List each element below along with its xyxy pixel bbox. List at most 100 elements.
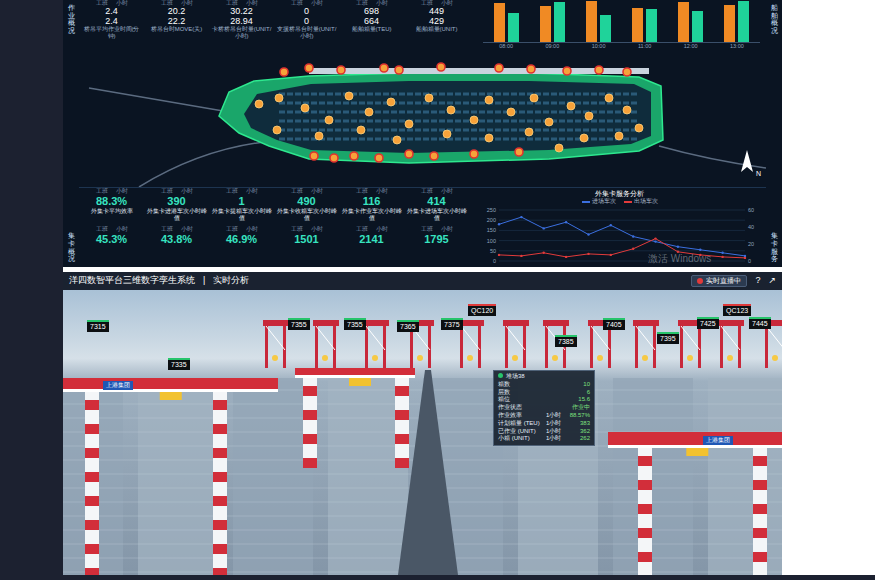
stat-value: 449 — [429, 7, 444, 16]
stat-label: 外集卡收箱车次小时峰值 — [274, 208, 339, 222]
marker — [372, 355, 378, 361]
stat-tag: 工班 — [291, 226, 303, 233]
header-actions: 实时直播中? ↗ — [691, 274, 776, 288]
crane-tag[interactable]: 7405 — [603, 318, 625, 330]
bar[interactable] — [632, 8, 643, 41]
crane-label: 7385 — [558, 338, 574, 345]
help-icon[interactable]: ? — [755, 274, 760, 288]
equipment-pin — [430, 152, 438, 160]
stat-tag: 小时 — [311, 188, 323, 195]
gantry-leg — [395, 378, 409, 460]
crane-tag[interactable]: QC123 — [723, 304, 751, 316]
crane-tag[interactable]: 7395 — [657, 332, 679, 344]
stat-tag: 小时 — [246, 0, 258, 7]
legend-label: 出场车次 — [634, 198, 658, 204]
bar[interactable] — [494, 3, 505, 42]
dashboard-panel: 作业概况集卡概况 工班小时2.42.4桥吊平均作业时间(分钟)工班小时20.22… — [63, 0, 782, 267]
crane-label: 7425 — [700, 320, 716, 327]
gantry-leg — [85, 520, 99, 530]
stats-row: 工班小时45.3%工班小时43.8%工班小时46.9%工班小时1501工班小时2… — [79, 226, 469, 246]
bar[interactable] — [586, 1, 597, 42]
crane-tag[interactable]: 7315 — [87, 320, 109, 332]
quay-crane — [461, 326, 480, 350]
3d-scene[interactable]: 上港集团上港集团73157355735573657375QC1207385740… — [63, 290, 782, 575]
equipment-pin — [545, 118, 553, 126]
row-period: 1小时 — [546, 420, 564, 428]
quay-crane — [718, 320, 744, 326]
terminal-area — [219, 73, 663, 163]
bar-chart: 08:0009:0010:0011:0012:0013:00 — [469, 0, 766, 50]
crane-tag[interactable]: 7355 — [288, 318, 310, 330]
equipment-pin — [315, 132, 323, 140]
port-map[interactable]: N — [79, 50, 766, 187]
quay-crane — [315, 326, 318, 368]
chart-canvas: 2502001501005006040200 — [479, 205, 769, 267]
stat-column: 工班小时390外集卡进港车次小时峰值 — [144, 188, 209, 222]
row-label: 箱数 — [498, 381, 546, 389]
bar[interactable] — [724, 5, 735, 42]
crane-tag[interactable]: 7385 — [555, 335, 577, 347]
legend-item[interactable]: 进场车次 — [582, 198, 616, 205]
gantry-leg — [638, 456, 652, 466]
marker — [322, 355, 328, 361]
stat-tag: 小时 — [311, 0, 323, 7]
row-value: 作业中 — [564, 404, 590, 412]
tooltip-row: 已作业 (UNIT)1小时362 — [498, 428, 590, 436]
trolley — [160, 392, 182, 400]
gantry-beam — [608, 432, 782, 448]
bar[interactable] — [554, 2, 565, 42]
crane-tag[interactable]: 7445 — [749, 317, 771, 329]
quay-crane — [590, 326, 593, 368]
crane-tag[interactable]: 7375 — [441, 318, 463, 330]
stat-tags: 工班小时 — [291, 0, 323, 7]
left-margin — [0, 0, 63, 575]
stat-column: 工班小时43.8% — [144, 226, 209, 246]
crane-label: 7355 — [347, 321, 363, 328]
bar[interactable] — [508, 13, 519, 42]
gantry-leg — [303, 434, 317, 444]
tooltip-row: 小箱 (UNIT)1小时262 — [498, 435, 590, 443]
crane-tag[interactable]: 7365 — [397, 320, 419, 332]
right-side-strip: 船舶概况集卡服务 — [766, 0, 782, 267]
equipment-pin — [280, 68, 288, 76]
stat-value: 2.4 — [105, 7, 118, 16]
side-label: 集卡概况 — [68, 232, 75, 263]
gantry-leg — [638, 504, 652, 514]
stat-tag: 小时 — [181, 0, 193, 7]
stat-column: 工班小时88.3%外集卡平均效率 — [79, 188, 144, 222]
crane-tag[interactable]: 7355 — [344, 318, 366, 330]
legend-item[interactable]: 出场车次 — [624, 198, 658, 205]
road — [139, 142, 264, 187]
bar[interactable] — [678, 2, 689, 42]
equipment-pin — [615, 132, 623, 140]
crane-tag[interactable]: 7335 — [168, 358, 190, 370]
gantry-leg — [213, 448, 227, 458]
marker — [772, 355, 778, 361]
stat-value: 0 — [304, 17, 309, 26]
bar[interactable] — [738, 1, 749, 42]
stat-value: 88.3% — [96, 195, 127, 208]
row-spacer — [546, 396, 564, 404]
bar[interactable] — [646, 9, 657, 42]
live-button[interactable]: 实时直播中 — [691, 275, 747, 287]
yard-row — [279, 129, 639, 132]
equipment-pin — [380, 64, 388, 72]
crane-tag[interactable]: 7425 — [697, 317, 719, 329]
equipment-pin — [563, 67, 571, 75]
tooltip-title: 堆场38 — [498, 373, 590, 381]
bar[interactable] — [692, 11, 703, 42]
side-label: 集卡服务 — [771, 232, 778, 263]
expand-icon[interactable]: ↗ — [768, 274, 776, 288]
equipment-pin — [485, 96, 493, 104]
marker — [552, 355, 558, 361]
bar[interactable] — [600, 15, 611, 42]
quay-crane — [383, 326, 386, 368]
gantry-leg — [753, 448, 767, 575]
stat-tag: 工班 — [96, 0, 108, 7]
quay-crane — [505, 326, 508, 368]
bar-labels: 08:0009:0010:0011:0012:0013:00 — [483, 43, 760, 50]
bar[interactable] — [540, 6, 551, 42]
stat-column: 工班小时1795 — [404, 226, 469, 246]
y-tick: 100 — [487, 238, 496, 244]
crane-tag[interactable]: QC120 — [468, 304, 496, 316]
